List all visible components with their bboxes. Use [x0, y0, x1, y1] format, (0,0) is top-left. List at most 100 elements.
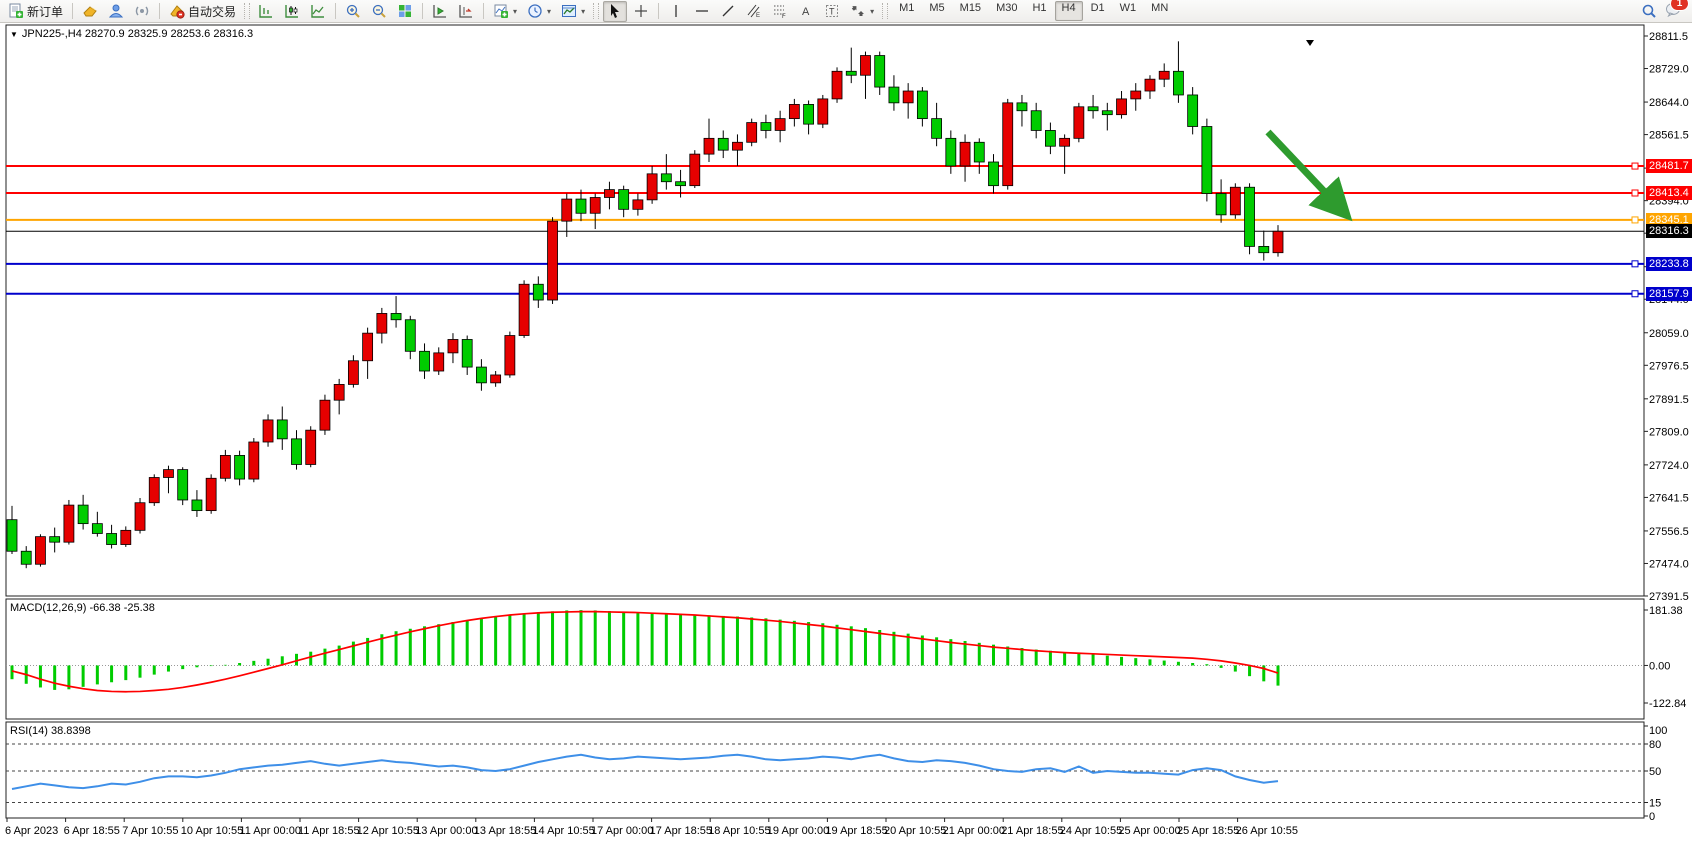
price-axis-label: 28561.5 [1649, 130, 1689, 142]
svg-text:E: E [756, 13, 760, 19]
trendline-tool-button[interactable] [716, 1, 740, 22]
vline-tool-button[interactable] [664, 1, 688, 22]
toolbar-separator [658, 3, 659, 19]
new-order-icon [8, 3, 24, 19]
candle-body [348, 361, 358, 385]
bar-chart-icon [258, 3, 274, 19]
metaeditor-button[interactable] [78, 1, 102, 22]
candle-body [121, 530, 131, 544]
profile-button[interactable] [104, 1, 128, 22]
time-axis-label: 13 Apr 18:55 [474, 825, 536, 837]
candle-body [163, 470, 173, 478]
channel-tool-button[interactable]: E [742, 1, 766, 22]
autotrading-button[interactable]: 自动交易 [165, 1, 240, 22]
tf-button-H4[interactable]: H4 [1055, 1, 1083, 21]
candle-body [1216, 194, 1226, 215]
tf-button-M15[interactable]: M15 [953, 1, 988, 21]
rsi-axis-label: 0 [1649, 811, 1655, 823]
text-icon: A [798, 3, 814, 19]
macd-axis-label: 0.00 [1649, 660, 1670, 672]
chart-dropdown-icon[interactable]: ▼ [10, 30, 18, 39]
candle-body [35, 537, 45, 565]
periods-button[interactable]: ▾ [523, 1, 555, 22]
macd-panel-frame [6, 599, 1644, 719]
candle-body [1045, 130, 1055, 146]
candle-body [1259, 246, 1269, 252]
fibonacci-tool-button[interactable]: F [768, 1, 792, 22]
time-axis-label: 20 Apr 10:55 [884, 825, 946, 837]
indicators-button[interactable]: ▾ [489, 1, 521, 22]
price-tag-resistance[interactable]: 28481.7 [1646, 159, 1692, 173]
price-axis-label: 27809.0 [1649, 426, 1689, 438]
price-tag-support[interactable]: 28233.8 [1646, 257, 1692, 271]
svg-text:T: T [829, 7, 835, 17]
zoom-out-button[interactable] [367, 1, 391, 22]
tile-windows-button[interactable] [393, 1, 417, 22]
hline-handle[interactable] [1632, 163, 1638, 169]
dropdown-caret-icon: ▾ [581, 7, 585, 16]
candle-body [676, 182, 686, 186]
hline-handle[interactable] [1632, 291, 1638, 297]
hline-handle[interactable] [1632, 190, 1638, 196]
autotrading-icon [169, 3, 185, 19]
candle-body [491, 375, 501, 383]
hline-handle[interactable] [1632, 217, 1638, 223]
price-tag-resistance[interactable]: 28413.4 [1646, 186, 1692, 200]
zoom-in-button[interactable] [341, 1, 365, 22]
crosshair-tool-button[interactable] [629, 1, 653, 22]
tf-button-W1[interactable]: W1 [1113, 1, 1144, 21]
chart-canvas[interactable]: 28811.528729.028644.028561.528476.528394… [0, 24, 1692, 850]
new-order-button[interactable]: 新订单 [4, 1, 67, 22]
line-chart-mode-button[interactable] [306, 1, 330, 22]
signals-button[interactable] [130, 1, 154, 22]
tf-button-D1[interactable]: D1 [1084, 1, 1112, 21]
candle-body [1188, 95, 1198, 127]
new-order-label: 新订单 [27, 3, 63, 20]
chat-button[interactable]: 1 [1665, 1, 1682, 22]
candle-body [1273, 231, 1283, 252]
label-tool-button[interactable]: T [820, 1, 844, 22]
tf-button-M5[interactable]: M5 [922, 1, 951, 21]
candle-body [562, 199, 572, 221]
candle-body [604, 190, 614, 198]
dropdown-caret-icon: ▾ [870, 7, 874, 16]
price-axis-label: 28729.0 [1649, 64, 1689, 76]
tf-button-M1[interactable]: M1 [892, 1, 921, 21]
cursor-tool-button[interactable] [603, 1, 627, 22]
candle-body [889, 87, 899, 103]
candle-body [334, 384, 344, 400]
chart-area[interactable]: 28811.528729.028644.028561.528476.528394… [0, 24, 1692, 850]
time-axis-label: 21 Apr 18:55 [1001, 825, 1063, 837]
text-tool-button[interactable]: A [794, 1, 818, 22]
candle-body [277, 420, 287, 439]
hline-tool-button[interactable] [690, 1, 714, 22]
tf-button-H1[interactable]: H1 [1025, 1, 1053, 21]
price-tag-support[interactable]: 28157.9 [1646, 287, 1692, 301]
time-axis-label: 6 Apr 2023 [5, 825, 58, 837]
chart-shift-button[interactable] [454, 1, 478, 22]
search-icon[interactable] [1641, 3, 1657, 19]
hline-handle[interactable] [1632, 261, 1638, 267]
chart-title: ▼ JPN225-,H4 28270.9 28325.9 28253.6 283… [10, 28, 253, 40]
tf-button-MN[interactable]: MN [1144, 1, 1175, 21]
time-axis-label: 19 Apr 18:55 [825, 825, 887, 837]
toolbar-separator [483, 3, 484, 19]
arrows-tool-button[interactable]: ▾ [846, 1, 878, 22]
candle-body [804, 104, 814, 124]
candle-body [548, 221, 558, 300]
price-axis-label: 28059.0 [1649, 328, 1689, 340]
candle-chart-mode-button[interactable] [280, 1, 304, 22]
toolbar-separator [159, 3, 160, 19]
price-axis-label: 27641.5 [1649, 492, 1689, 504]
auto-scroll-button[interactable] [428, 1, 452, 22]
chart-shift-icon [458, 3, 474, 19]
price-tag-current-price[interactable]: 28316.3 [1646, 224, 1692, 238]
templates-button[interactable]: ▾ [557, 1, 589, 22]
candle-body [932, 119, 942, 139]
toolbar-separator [335, 3, 336, 19]
tf-button-M30[interactable]: M30 [989, 1, 1024, 21]
candle-body [1102, 111, 1112, 115]
bar-chart-mode-button[interactable] [254, 1, 278, 22]
time-axis-label: 18 Apr 10:55 [708, 825, 770, 837]
candle-body [434, 353, 444, 371]
